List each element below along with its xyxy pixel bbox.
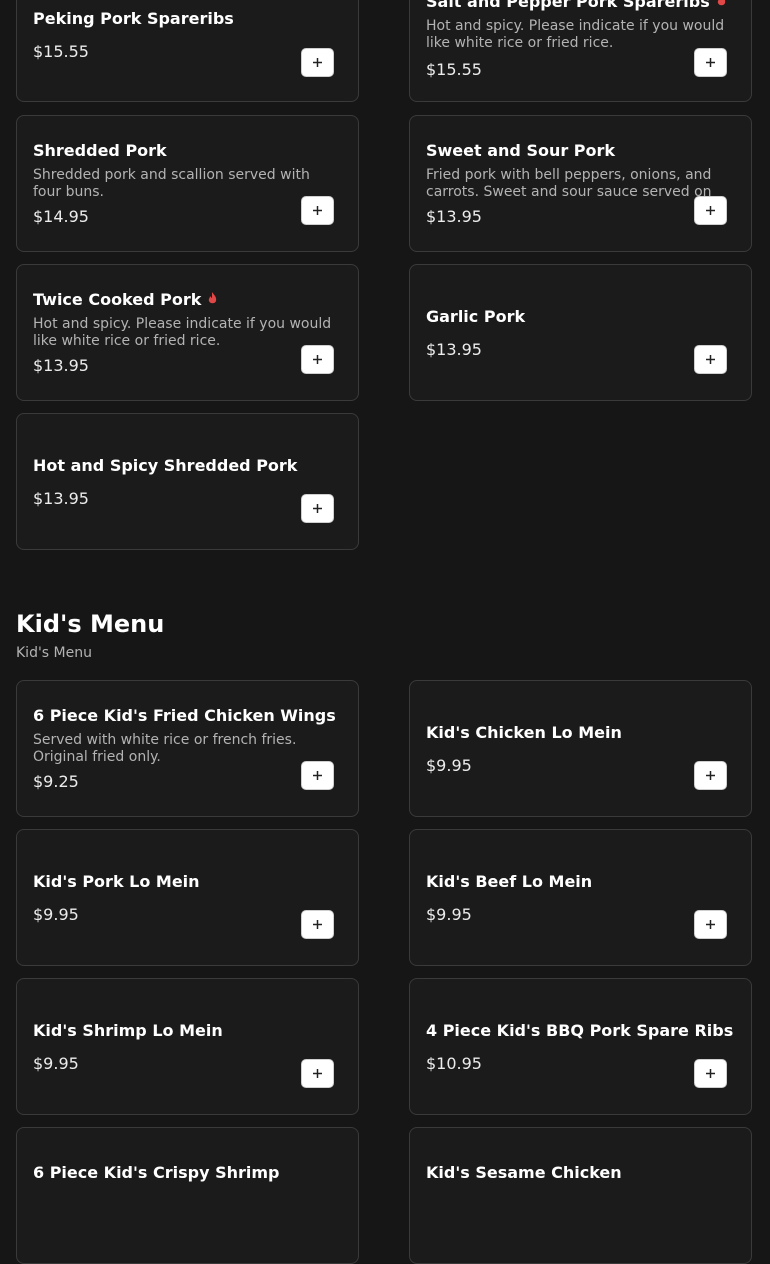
add-item-button[interactable]: [694, 48, 727, 77]
chili-pepper-icon: [209, 291, 217, 303]
item-price: $9.95: [426, 904, 472, 924]
plus-icon: [313, 1069, 322, 1078]
item-name: Kid's Beef Lo Mein: [426, 871, 593, 891]
plus-icon: [313, 355, 322, 364]
item-name: Kid's Shrimp Lo Mein: [33, 1020, 223, 1040]
item-price: $13.95: [33, 488, 89, 508]
menu-item-card[interactable]: Kid's Shrimp Lo Mein $9.95: [16, 978, 359, 1115]
item-price: $13.95: [33, 356, 89, 375]
menu-item-card[interactable]: Sweet and Sour Pork Fried pork with bell…: [409, 115, 752, 252]
add-item-button[interactable]: [301, 48, 334, 77]
menu-item-card[interactable]: Kid's Sesame Chicken: [409, 1127, 752, 1264]
item-price: $15.55: [33, 42, 89, 61]
section-title: Kid's Menu: [16, 610, 165, 638]
plus-icon: [706, 206, 715, 215]
item-price: $10.95: [426, 1053, 482, 1073]
menu-item-card[interactable]: 6 Piece Kid's Crispy Shrimp: [16, 1127, 359, 1264]
add-item-button[interactable]: [694, 910, 727, 939]
plus-icon: [313, 771, 322, 780]
add-item-button[interactable]: [301, 196, 334, 225]
add-item-button[interactable]: [694, 196, 727, 225]
item-description: Fried pork with bell peppers, onions, an…: [426, 167, 712, 200]
item-name: Twice Cooked Pork: [33, 290, 202, 309]
plus-icon: [313, 206, 322, 215]
menu-item-card[interactable]: Kid's Chicken Lo Mein $9.95: [409, 680, 752, 817]
menu-item-card[interactable]: Kid's Pork Lo Mein $9.95: [16, 829, 359, 966]
item-name: Peking Pork Spareribs: [33, 9, 234, 28]
item-name: Kid's Chicken Lo Mein: [426, 722, 622, 742]
plus-icon: [313, 920, 322, 929]
add-item-button[interactable]: [301, 1059, 334, 1088]
menu-item-card[interactable]: Twice Cooked Pork Hot and spicy. Please …: [16, 264, 359, 401]
item-name: Garlic Pork: [426, 306, 526, 326]
item-description: Hot and spicy. Please indicate if you wo…: [33, 316, 332, 349]
item-name: Kid's Pork Lo Mein: [33, 871, 200, 891]
item-name: Sweet and Sour Pork: [426, 141, 616, 160]
item-price: $15.55: [426, 60, 482, 79]
plus-icon: [706, 1069, 715, 1078]
item-description: Served with white rice or french fries. …: [33, 732, 297, 765]
add-item-button[interactable]: [301, 494, 334, 523]
item-name: Kid's Sesame Chicken: [426, 1163, 622, 1182]
menu-item-card[interactable]: 4 Piece Kid's BBQ Pork Spare Ribs $10.95: [409, 978, 752, 1115]
menu-item-card[interactable]: 6 Piece Kid's Fried Chicken Wings Served…: [16, 680, 359, 817]
menu-item-card[interactable]: Shredded Pork Shredded pork and scallion…: [16, 115, 359, 252]
item-price: $9.95: [33, 1053, 79, 1073]
add-item-button[interactable]: [301, 761, 334, 790]
add-item-button[interactable]: [301, 345, 334, 374]
plus-icon: [313, 58, 322, 67]
add-item-button[interactable]: [694, 345, 727, 374]
plus-icon: [706, 58, 715, 67]
menu-item-card[interactable]: Garlic Pork $13.95: [409, 264, 752, 401]
menu-item-card[interactable]: Peking Pork Spareribs $15.55: [16, 0, 359, 102]
menu-item-card[interactable]: Salt and Pepper Pork Spareribs Hot and s…: [409, 0, 752, 102]
plus-icon: [313, 504, 322, 513]
plus-icon: [706, 771, 715, 780]
menu-item-card[interactable]: Kid's Beef Lo Mein $9.95: [409, 829, 752, 966]
add-item-button[interactable]: [694, 1059, 727, 1088]
item-name: 4 Piece Kid's BBQ Pork Spare Ribs: [426, 1020, 734, 1040]
plus-icon: [706, 920, 715, 929]
item-price: $14.95: [33, 207, 89, 226]
item-name: Hot and Spicy Shredded Pork: [33, 455, 298, 475]
item-description: Shredded pork and scallion served with f…: [33, 167, 310, 200]
chili-pepper-icon: [717, 0, 725, 5]
plus-icon: [706, 355, 715, 364]
add-item-button[interactable]: [694, 761, 727, 790]
add-item-button[interactable]: [301, 910, 334, 939]
item-price: $9.25: [33, 772, 79, 791]
section-subtitle: Kid's Menu: [16, 645, 92, 661]
item-price: $9.95: [426, 755, 472, 775]
item-price: $9.95: [33, 904, 79, 924]
item-price: $13.95: [426, 207, 482, 226]
item-name: Salt and Pepper Pork Spareribs: [426, 0, 710, 11]
item-name: Shredded Pork: [33, 141, 167, 160]
item-description: Hot and spicy. Please indicate if you wo…: [426, 18, 725, 51]
item-name: 6 Piece Kid's Fried Chicken Wings: [33, 706, 336, 725]
menu-item-card[interactable]: Hot and Spicy Shredded Pork $13.95: [16, 413, 359, 550]
item-price: $13.95: [426, 339, 482, 359]
item-name: 6 Piece Kid's Crispy Shrimp: [33, 1163, 280, 1182]
